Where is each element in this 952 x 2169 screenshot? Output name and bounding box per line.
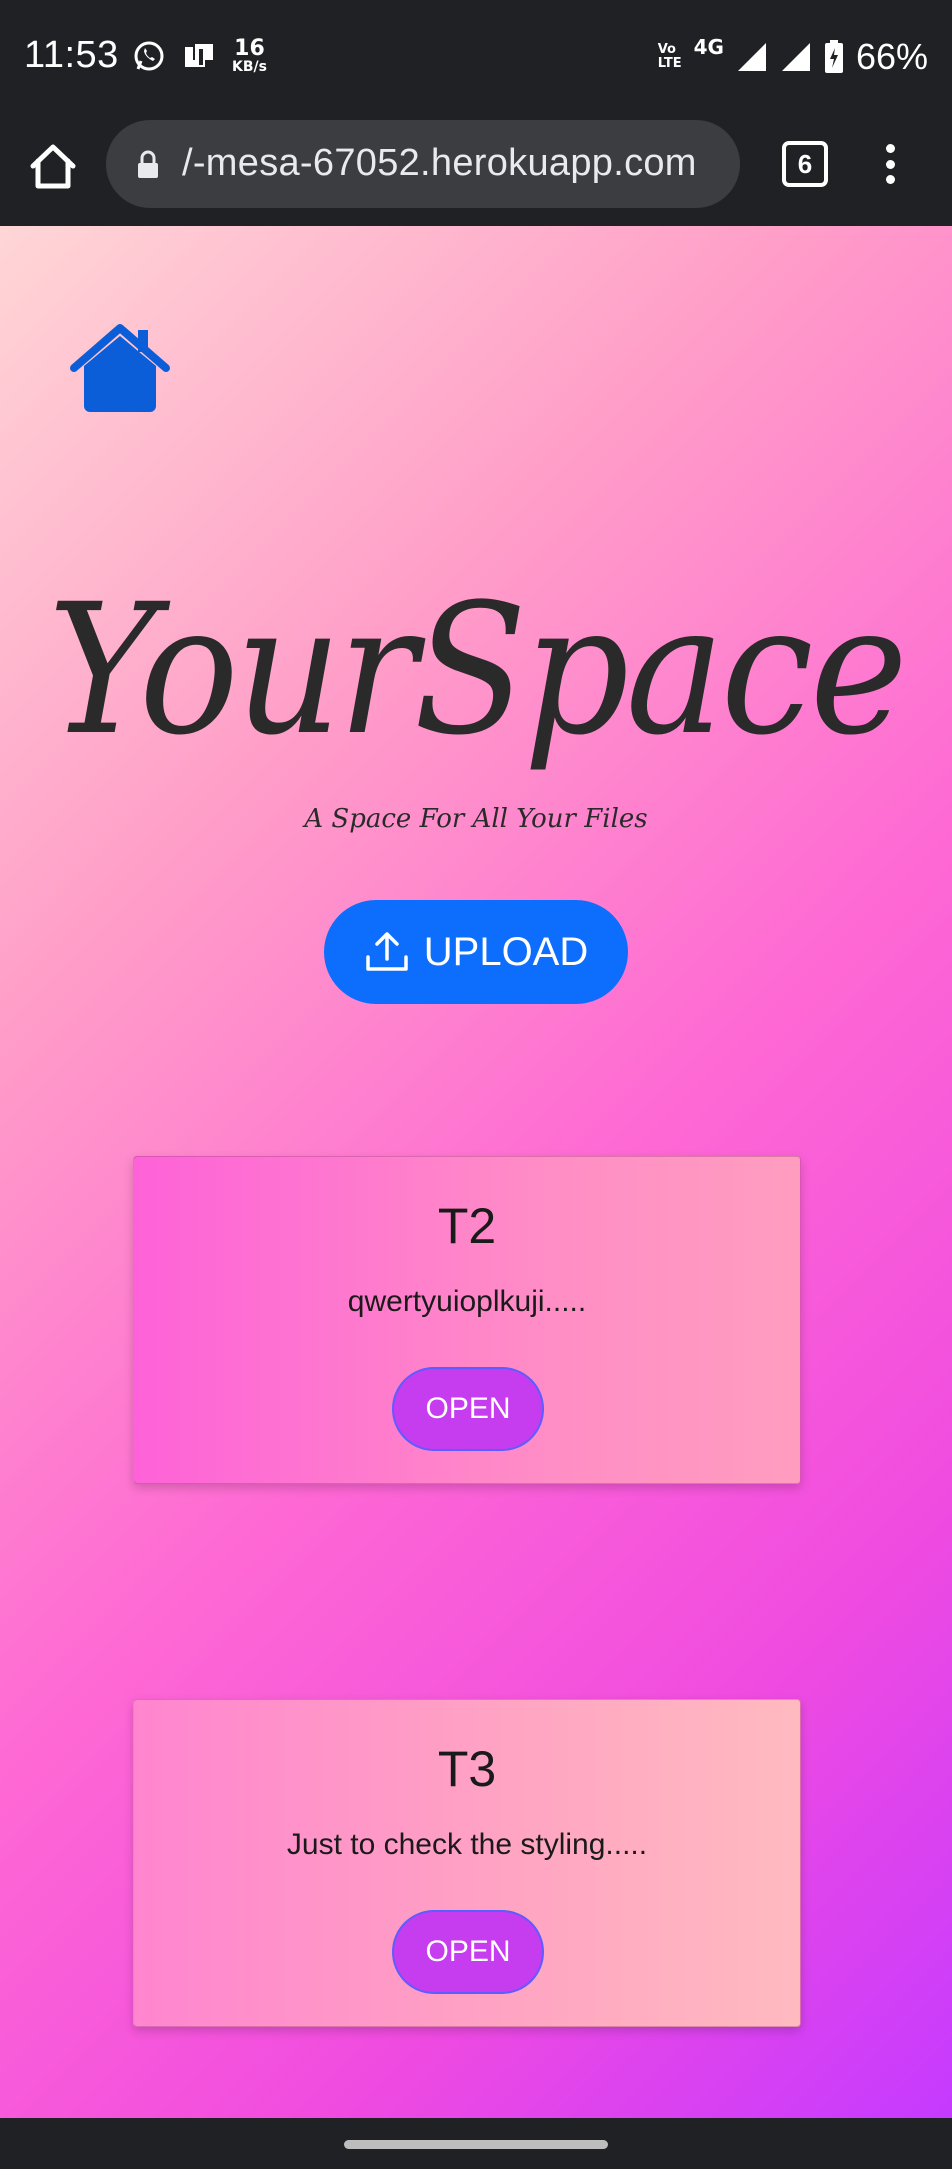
network-speed: 16 KB/s — [232, 36, 267, 75]
sim-card-icon — [185, 44, 213, 67]
file-card: T2 qwertyuioplkuji..... OPEN — [133, 1156, 801, 1484]
status-time: 11:53 — [24, 34, 119, 76]
page-content: YourSpace A Space For All Your Files UPL… — [0, 226, 952, 2118]
status-notification-icons: 16 KB/s — [132, 38, 267, 74]
browser-home-icon[interactable] — [28, 142, 78, 192]
system-nav-bar — [0, 2118, 952, 2169]
address-bar[interactable]: /-mesa-67052.herokuapp.com — [106, 120, 740, 208]
site-home-icon[interactable] — [70, 322, 170, 414]
file-card: T3 Just to check the styling..... OPEN — [133, 1699, 801, 2027]
status-right-icons: Vo LTE 4G 66% — [658, 35, 928, 78]
signal-icon — [737, 43, 766, 71]
gesture-handle[interactable] — [344, 2140, 608, 2149]
upload-icon — [366, 932, 408, 971]
volte-top: Vo — [657, 42, 676, 58]
tab-switcher-button[interactable]: 6 — [782, 141, 828, 187]
card-title: T3 — [437, 1741, 497, 1797]
url-text: /-mesa-67052.herokuapp.com — [182, 142, 697, 184]
site-tagline: A Space For All Your Files — [304, 804, 648, 834]
card-title: T2 — [437, 1198, 497, 1254]
volte-indicator: Vo LTE — [658, 43, 682, 70]
battery-icon — [824, 40, 843, 73]
signal-icon-2 — [781, 43, 810, 71]
open-button[interactable]: OPEN — [392, 1910, 544, 1994]
network-type: 4G — [693, 35, 724, 59]
upload-button[interactable]: UPLOAD — [324, 900, 628, 1004]
volte-bottom: LTE — [657, 56, 682, 71]
card-description: Just to check the styling..... — [286, 1828, 648, 1861]
network-speed-value: 16 — [234, 36, 265, 61]
browser-menu-icon[interactable] — [882, 144, 898, 184]
card-description: qwertyuioplkuji..... — [347, 1285, 587, 1318]
whatsapp-icon — [134, 41, 164, 71]
battery-percent: 66% — [855, 36, 928, 77]
status-bar: 11:53 16 KB/s Vo LTE 4G 66% — [0, 0, 952, 118]
lock-icon — [138, 150, 158, 178]
upload-label: UPLOAD — [423, 929, 589, 974]
site-logo: YourSpace — [47, 566, 908, 775]
open-button[interactable]: OPEN — [392, 1367, 544, 1451]
network-speed-unit: KB/s — [232, 59, 267, 75]
